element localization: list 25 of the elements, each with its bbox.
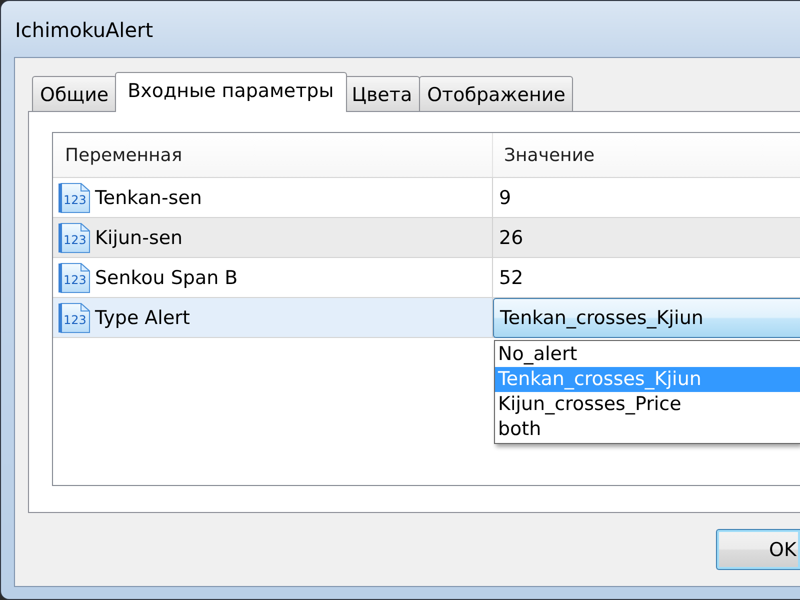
tab[interactable]: Входные параметры <box>114 72 347 112</box>
parameter-value: 9 <box>498 186 512 210</box>
window-title: IchimokuAlert <box>14 17 154 42</box>
ok-button[interactable]: OK <box>716 529 800 570</box>
parameter-name: Type Alert <box>95 306 190 328</box>
number-document-icon: 123 <box>58 302 90 332</box>
parameter-dropdown[interactable]: Tenkan_crosses_Kjiun <box>493 298 800 338</box>
dropdown-option[interactable]: both <box>495 417 800 442</box>
dropdown-option[interactable]: No_alert <box>495 342 800 367</box>
table-row[interactable]: 123 Tenkan-sen 9 <box>53 178 800 218</box>
dropdown-option[interactable]: Kijun_crosses_Price <box>495 392 800 417</box>
parameter-value: 52 <box>498 266 524 290</box>
parameter-value: 26 <box>498 226 524 250</box>
tab[interactable]: Общие <box>32 76 117 111</box>
table-row[interactable]: 123 Kijun-sen 26 <box>53 218 800 258</box>
parameter-name: Tenkan-sen <box>95 186 202 208</box>
column-header: Значение <box>503 144 596 168</box>
parameter-name: Senkou Span B <box>95 266 238 288</box>
number-document-icon: 123 <box>58 222 90 252</box>
number-document-icon: 123 <box>58 182 90 212</box>
tab[interactable]: Отображение <box>419 76 574 111</box>
table-row[interactable]: 123 Senkou Span B 52 <box>53 258 800 298</box>
column-header: Переменная <box>53 133 493 177</box>
number-document-icon: 123 <box>58 262 90 292</box>
parameter-name: Kijun-sen <box>95 226 183 248</box>
